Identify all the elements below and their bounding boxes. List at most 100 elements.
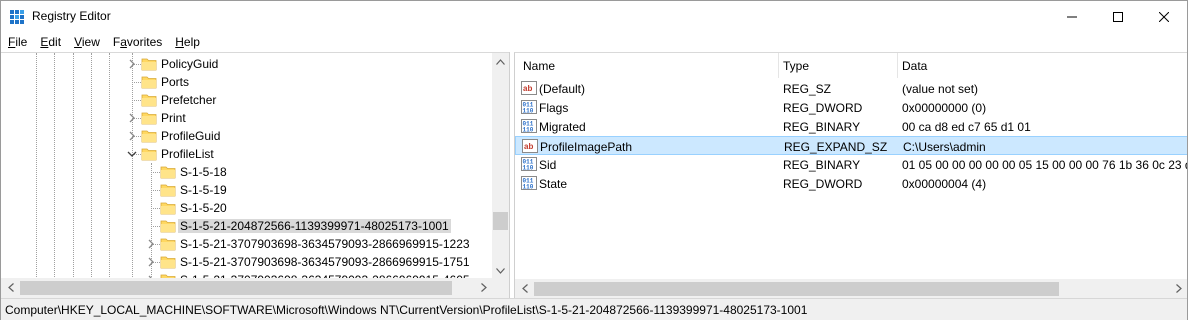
menu-help-label: elp: [183, 35, 200, 49]
binary-value-icon: 011110: [521, 119, 537, 134]
minimize-button[interactable]: [1049, 1, 1095, 32]
chevron-up-icon: [496, 58, 505, 65]
tree-item-label[interactable]: S-1-5-21-3707903698-3634579093-286696991…: [178, 237, 472, 251]
tree-item-label[interactable]: S-1-5-19: [178, 183, 229, 197]
folder-icon: [160, 256, 176, 269]
list-horizontal-scroll-thumb[interactable]: [534, 282, 1059, 296]
tree-item-label[interactable]: PolicyGuid: [159, 57, 220, 71]
minimize-icon: [1067, 16, 1077, 17]
tree-item[interactable]: Ports: [1, 73, 491, 91]
tree-item-label[interactable]: S-1-5-21-204872566-1139399971-48025173-1…: [178, 219, 451, 233]
string-value-icon: ab: [521, 81, 537, 95]
tree-item[interactable]: Prefetcher: [1, 91, 491, 109]
tree-item[interactable]: S-1-5-19: [1, 181, 491, 199]
tree-horizontal-scroll-thumb[interactable]: [20, 281, 452, 295]
menu-file[interactable]: File: [1, 32, 33, 52]
tree-connector-line: [151, 226, 160, 227]
tree-item[interactable]: PolicyGuid: [1, 55, 491, 73]
chevron-down-icon[interactable]: [127, 149, 137, 159]
column-separator[interactable]: [897, 53, 898, 78]
binary-value-icon: 011110: [521, 157, 537, 172]
folder-icon: [141, 112, 157, 125]
value-row[interactable]: 011 110 Flags REG_DWORD 0x00000000 (0): [515, 98, 1187, 117]
tree-vertical-scrollbar[interactable]: [492, 53, 509, 278]
tree-item[interactable]: S-1-5-21-3707903698-3634579093-286696991…: [1, 253, 491, 271]
value-row[interactable]: 011 110 State REG_DWORD 0x00000004 (4): [515, 174, 1187, 193]
chevron-right-icon: [480, 283, 487, 292]
tree-item-label[interactable]: Ports: [159, 75, 191, 89]
value-type: REG_EXPAND_SZ: [784, 140, 888, 154]
tree-item[interactable]: ProfileGuid: [1, 127, 491, 145]
menu-favorites-label: vorites: [126, 35, 163, 49]
registry-editor-window: Registry Editor File Edit View Favorites…: [0, 0, 1188, 320]
svg-text:110: 110: [523, 108, 534, 115]
tree-item[interactable]: Print: [1, 109, 491, 127]
value-name: (Default): [539, 82, 586, 96]
tree-connector-line: [151, 190, 160, 191]
tree-item[interactable]: S-1-5-18: [1, 163, 491, 181]
chevron-right-icon[interactable]: [146, 239, 156, 249]
tree-scroll-right-button[interactable]: [475, 279, 492, 296]
close-button[interactable]: [1141, 1, 1187, 32]
column-header-name[interactable]: Name: [523, 59, 555, 73]
registry-editor-app-icon: [10, 10, 24, 24]
chevron-right-icon[interactable]: [146, 257, 156, 267]
chevron-right-icon[interactable]: [127, 113, 137, 123]
menu-view-mnemonic: V: [74, 35, 82, 49]
tree-item[interactable]: ProfileList: [1, 145, 491, 163]
values-list-pane[interactable]: Name Type Data ab (Default) REG_SZ (value n…: [514, 52, 1187, 298]
tree-scroll-left-button[interactable]: [2, 279, 19, 296]
tree-item[interactable]: S-1-5-21-204872566-1139399971-48025173-1…: [1, 217, 491, 235]
maximize-button[interactable]: [1095, 1, 1141, 32]
tree-item-label[interactable]: S-1-5-21-3707903698-3634579093-286696991…: [178, 255, 472, 269]
chevron-right-icon[interactable]: [127, 59, 137, 69]
folder-icon: [141, 148, 157, 161]
title-bar[interactable]: Registry Editor: [1, 1, 1187, 32]
list-scroll-left-button[interactable]: [516, 280, 533, 297]
tree-item-label[interactable]: Prefetcher: [159, 93, 218, 107]
tree-item-label[interactable]: S-1-5-20: [178, 201, 229, 215]
tree-item-label[interactable]: ProfileList: [159, 147, 216, 161]
tree-item-label[interactable]: S-1-5-18: [178, 165, 229, 179]
folder-icon: [141, 58, 157, 71]
menu-view[interactable]: View: [67, 32, 106, 52]
list-scroll-right-button[interactable]: [1170, 280, 1187, 297]
folder-icon: [160, 184, 176, 197]
tree-item-label[interactable]: Print: [159, 111, 188, 125]
tree-connector-line: [132, 82, 141, 83]
tree-item[interactable]: S-1-5-20: [1, 199, 491, 217]
value-name: State: [539, 177, 568, 191]
list-horizontal-scrollbar[interactable]: [515, 279, 1187, 298]
value-row[interactable]: ab (Default) REG_SZ (value not set): [515, 79, 1187, 98]
value-row[interactable]: 011 110 Migrated REG_BINARY 00 ca d8 ed c7 6…: [515, 117, 1187, 136]
tree-scroll-thumb[interactable]: [493, 212, 508, 230]
value-data: (value not set): [902, 82, 979, 96]
folder-icon: [141, 94, 157, 107]
menu-favorites[interactable]: Favorites: [106, 32, 168, 52]
menu-help[interactable]: Help: [168, 32, 206, 52]
value-name: Migrated: [539, 120, 586, 134]
value-type: REG_BINARY: [783, 120, 861, 134]
tree-item-label[interactable]: ProfileGuid: [159, 129, 222, 143]
value-row[interactable]: ab ProfileImagePath REG_EXPAND_SZ C:\Users\…: [515, 136, 1187, 155]
tree-horizontal-scrollbar[interactable]: [1, 278, 509, 298]
tree-scroll-up-button[interactable]: [492, 53, 509, 70]
close-icon: [1159, 11, 1169, 22]
menu-help-mnemonic: H: [175, 35, 184, 49]
folder-icon: [160, 202, 176, 215]
maximize-icon: [1113, 11, 1123, 22]
column-header-data[interactable]: Data: [902, 59, 927, 73]
tree-item[interactable]: S-1-5-21-3707903698-3634579093-286696991…: [1, 271, 491, 278]
value-name: ProfileImagePath: [540, 140, 633, 154]
value-data: C:\Users\admin: [903, 140, 986, 154]
column-separator[interactable]: [778, 53, 779, 78]
column-header-type[interactable]: Type: [783, 59, 809, 73]
value-row[interactable]: 011 110 Sid REG_BINARY 01 05 00 00 00 00 00 …: [515, 155, 1187, 174]
tree-scroll-down-button[interactable]: [492, 262, 509, 278]
menu-edit[interactable]: Edit: [33, 32, 67, 52]
tree-item[interactable]: S-1-5-21-3707903698-3634579093-286696991…: [1, 235, 491, 253]
chevron-right-icon[interactable]: [127, 131, 137, 141]
string-value-icon: ab: [522, 139, 538, 153]
registry-tree-pane[interactable]: PolicyGuid Ports Prefetcher Print ProfileGui…: [1, 52, 509, 278]
chevron-down-icon: [496, 267, 505, 274]
